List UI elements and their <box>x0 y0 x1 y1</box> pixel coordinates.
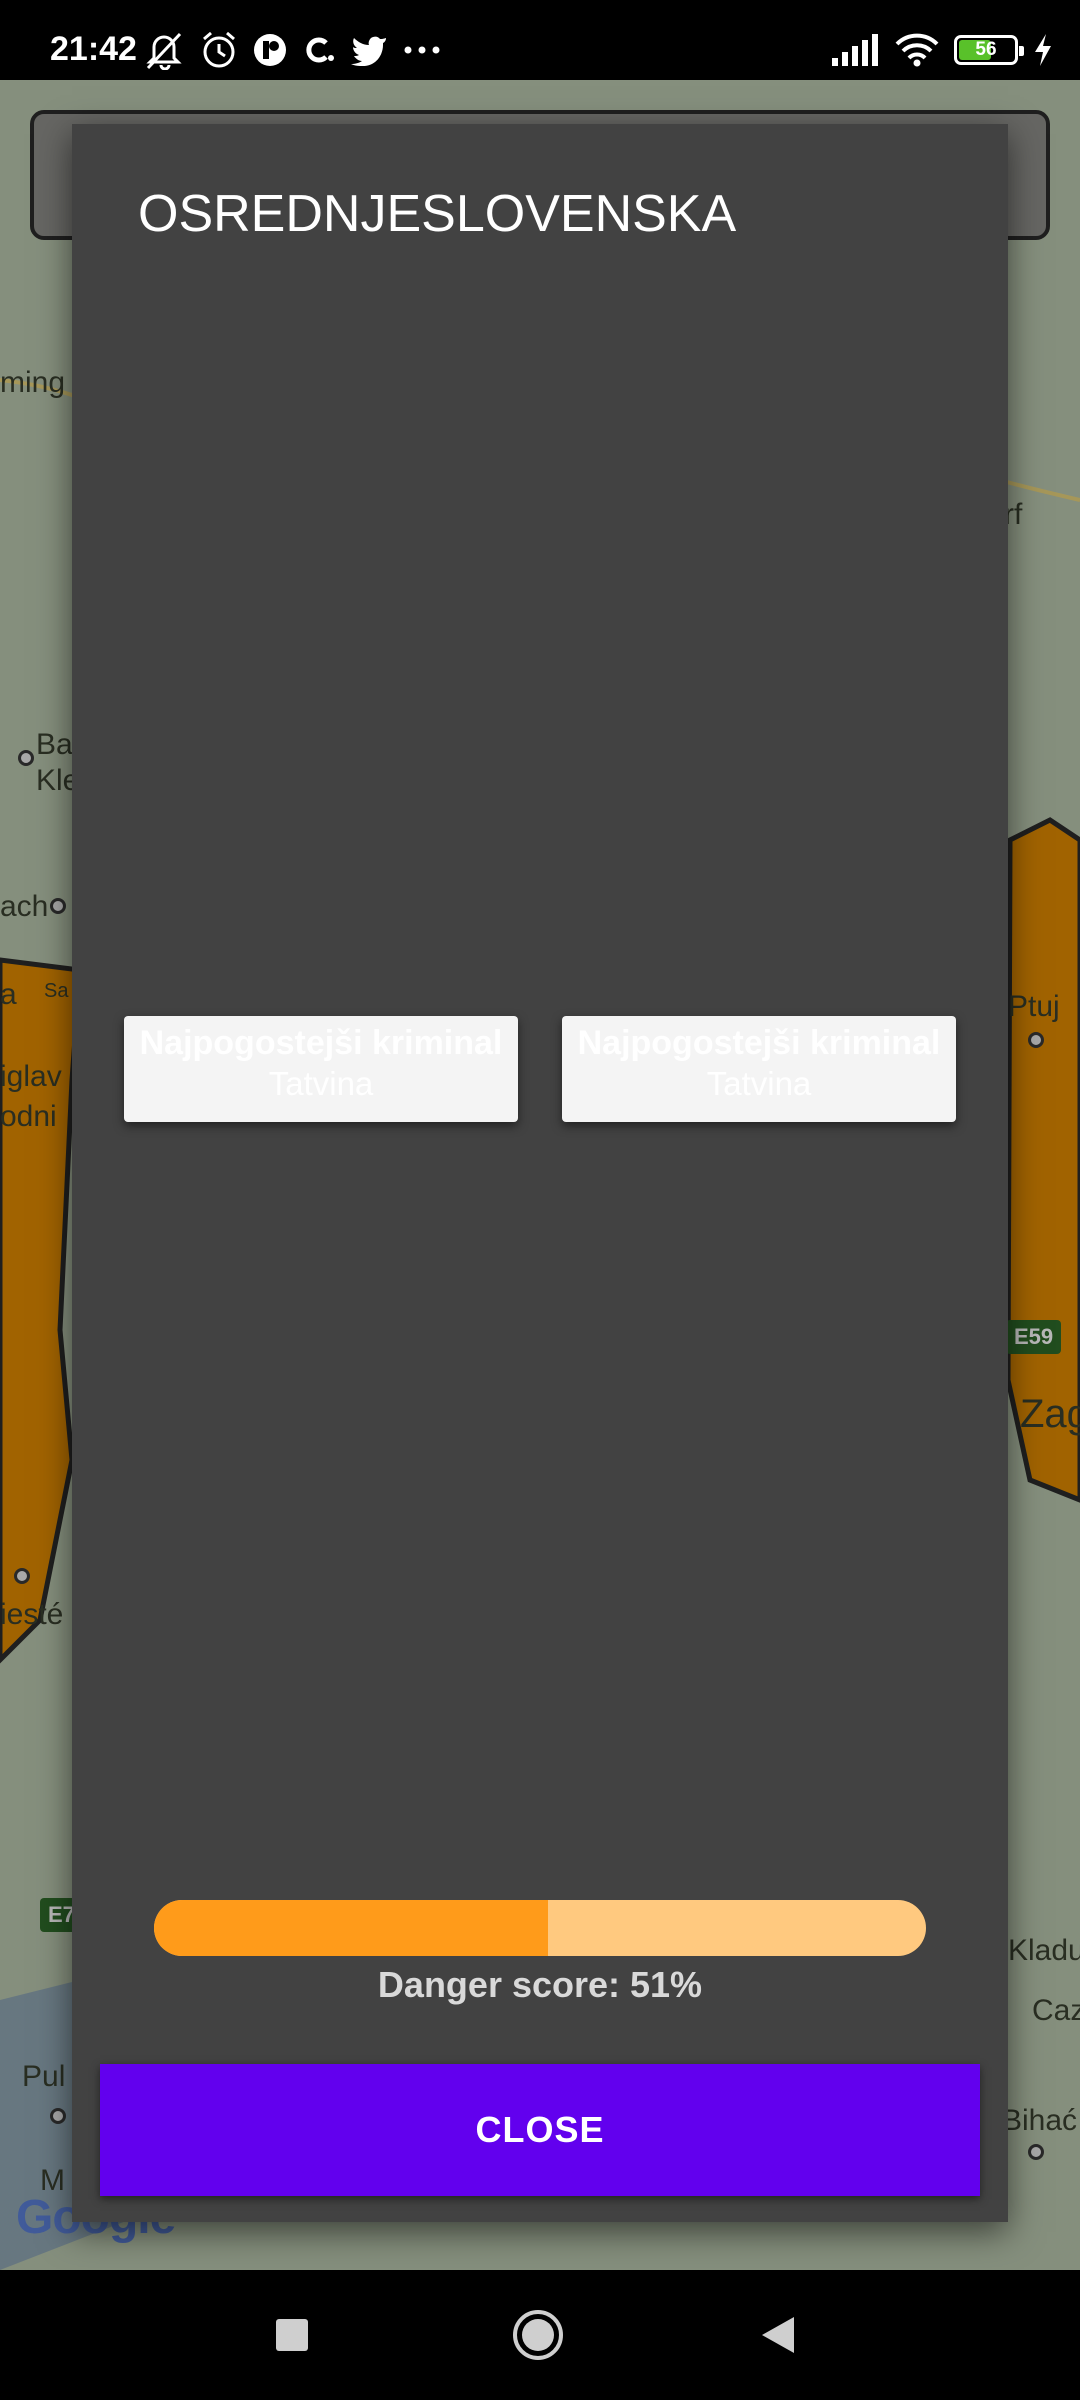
charging-icon <box>1032 33 1054 67</box>
crime-card: Najpogostejši kriminal Tatvina <box>562 1016 956 1122</box>
status-icons-right: 56 <box>830 28 1054 72</box>
alarm-icon <box>200 30 238 70</box>
back-triangle-icon <box>762 2317 794 2353</box>
card-value: Tatvina <box>268 1065 374 1102</box>
twitter-icon <box>350 34 388 66</box>
close-button[interactable]: CLOSE <box>100 2064 980 2196</box>
card-title: Najpogostejši kriminal <box>577 1024 941 1062</box>
recents-square-icon <box>276 2319 308 2351</box>
danger-progress-fill <box>154 1900 548 1956</box>
dialog-title: OSREDNJESLOVENSKA <box>138 185 737 243</box>
crime-card: Najpogostejši kriminal Tatvina <box>124 1016 518 1122</box>
status-time: 21:42 <box>50 30 137 68</box>
battery-nub <box>1019 46 1024 56</box>
back-button[interactable] <box>718 2270 838 2400</box>
status-bar: 21:42 56 <box>0 0 1080 80</box>
home-circle-icon <box>513 2310 563 2360</box>
danger-score-label: Danger score: 51% <box>377 1964 703 2005</box>
card-title: Najpogostejši kriminal <box>139 1024 503 1062</box>
status-icons-left <box>144 28 442 72</box>
battery-icon: 56 <box>954 35 1024 65</box>
muted-bell-icon <box>144 30 186 70</box>
stats-cards-row: Najpogostejši kriminal Tatvina Najpogost… <box>102 996 978 1146</box>
danger-progress-bar <box>154 1900 926 1956</box>
wifi-icon <box>894 33 940 67</box>
card-value: Tatvina <box>706 1065 812 1102</box>
recents-button[interactable] <box>232 2270 352 2400</box>
region-dialog: OSREDNJESLOVENSKA Najpogostejši kriminal… <box>72 124 1008 2222</box>
navigation-bar <box>0 2270 1080 2400</box>
app-notification-icon <box>252 32 288 68</box>
signal-icon <box>830 34 880 66</box>
home-button[interactable] <box>478 2270 598 2400</box>
c-notification-icon <box>302 33 336 67</box>
battery-level: 56 <box>975 39 997 60</box>
more-dots-icon <box>402 44 442 56</box>
